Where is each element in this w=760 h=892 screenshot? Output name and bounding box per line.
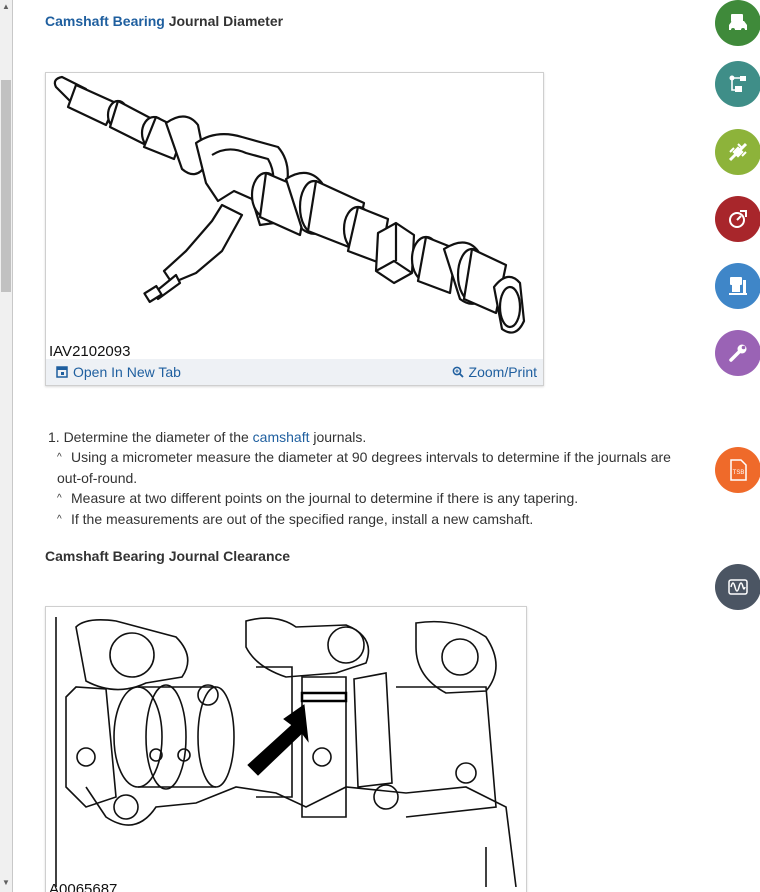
vehicle-info-button[interactable]	[715, 0, 760, 46]
step-1: 1. Determine the diameter of the camshaf…	[45, 427, 695, 447]
vehicle-info-icon	[729, 14, 747, 32]
tsb-icon: TSB	[730, 459, 747, 481]
scroll-thumb[interactable]	[1, 80, 11, 292]
waveform-button[interactable]	[715, 564, 760, 610]
camshaft-bearing-link[interactable]: Camshaft Bearing	[45, 13, 165, 29]
wiring-diagram-icon	[729, 75, 746, 92]
zoom-print-button[interactable]: Zoom/Print	[452, 364, 537, 380]
wiring-diagram-button[interactable]	[715, 61, 760, 107]
bearing-clearance-illustration	[55, 617, 517, 887]
tools-button[interactable]	[715, 330, 760, 376]
repair-lift-button[interactable]	[715, 263, 760, 309]
components-button[interactable]	[715, 129, 760, 175]
vertical-scrollbar[interactable]: ▲ ▼	[0, 0, 13, 892]
step-1-prefix: 1. Determine the diameter of the	[48, 429, 253, 445]
sub-1-text: Using a micrometer measure the diameter …	[57, 449, 671, 486]
section-title-journal-clearance: Camshaft Bearing Journal Clearance	[45, 548, 291, 564]
repair-lift-icon	[729, 277, 747, 295]
step-1-sub-2: ^ Measure at two different points on the …	[45, 488, 695, 509]
tsb-button[interactable]: TSB	[715, 447, 760, 493]
camshaft-link[interactable]: camshaft	[253, 429, 310, 445]
section-title-rest: Journal Diameter	[164, 13, 284, 29]
sub-2-text: Measure at two different points on the j…	[71, 490, 579, 506]
components-icon	[728, 142, 748, 162]
caret-icon: ^	[57, 493, 62, 504]
waveform-icon	[728, 579, 748, 595]
scroll-down-arrow-icon[interactable]: ▼	[1, 878, 11, 888]
tsb-label: TSB	[733, 470, 745, 476]
caret-icon: ^	[57, 452, 62, 463]
step-1-sub-3: ^ If the measurements are out of the spec…	[45, 509, 695, 530]
diagnostics-button[interactable]	[715, 196, 760, 242]
figure-toolbar: Open In New Tab Zoom/Print	[46, 359, 543, 385]
procedure-steps: 1. Determine the diameter of the camshaf…	[45, 427, 695, 530]
step-1-sub-1: ^ Using a micrometer measure the diameter…	[45, 447, 695, 488]
open-in-new-tab-label: Open In New Tab	[73, 364, 181, 380]
zoom-print-label: Zoom/Print	[468, 364, 537, 380]
new-tab-icon	[56, 366, 68, 378]
figure-bearing-clearance: A0065687	[45, 606, 527, 892]
step-1-suffix: journals.	[309, 429, 367, 445]
figure-caption: A0065687	[49, 881, 118, 892]
figure-caption: IAV2102093	[49, 343, 131, 360]
open-in-new-tab-button[interactable]: Open In New Tab	[56, 364, 181, 380]
zoom-icon	[452, 366, 464, 378]
scroll-up-arrow-icon[interactable]: ▲	[1, 2, 11, 12]
camshaft-micrometer-illustration	[53, 75, 526, 334]
sub-3-text: If the measurements are out of the speci…	[71, 511, 534, 527]
caret-icon: ^	[57, 514, 62, 525]
figure-camshaft-micrometer: IAV2102093 Open In New Tab Zoom/Print	[45, 72, 544, 386]
tools-wrench-icon	[729, 344, 747, 362]
diagnostics-icon	[729, 210, 747, 228]
section-title-journal-diameter: Camshaft Bearing Journal Diameter	[45, 13, 283, 29]
